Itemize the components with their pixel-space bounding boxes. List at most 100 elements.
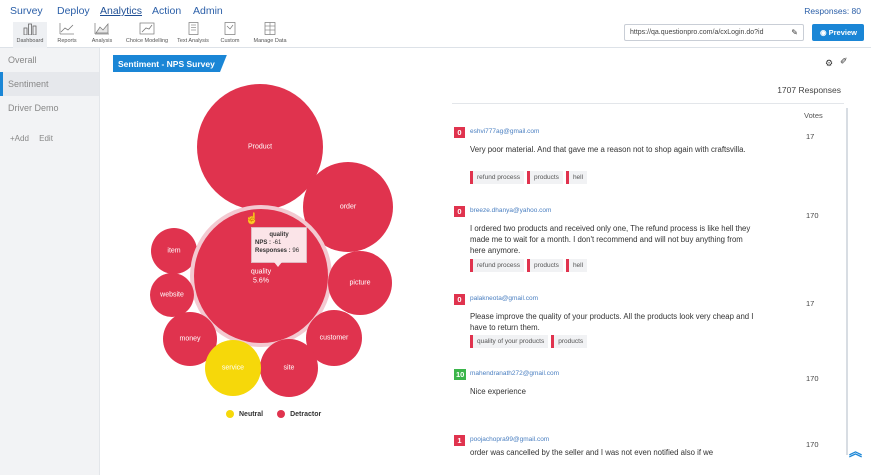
response-email[interactable]: eshvi777ag@gmail.com bbox=[470, 128, 539, 135]
nps-badge: 0 bbox=[454, 127, 465, 138]
nps-badge: 1 bbox=[454, 435, 465, 446]
legend-item-neutral[interactable]: Neutral bbox=[226, 410, 263, 418]
tag[interactable]: products bbox=[551, 335, 588, 348]
bubble-sub-label: 5.6% bbox=[253, 277, 269, 285]
tool-label: Dashboard bbox=[16, 38, 44, 44]
tooltip-nps: NPS : -61 bbox=[255, 240, 282, 246]
tool-reports[interactable]: Reports bbox=[52, 22, 82, 48]
response-comment: I ordered two products and received only… bbox=[470, 224, 751, 255]
tool-choice-modelling[interactable]: Choice Modelling bbox=[122, 22, 172, 48]
response-comment: Very poor material. And that gave me a r… bbox=[470, 145, 746, 154]
bubble-label: picture bbox=[349, 279, 371, 287]
tag[interactable]: products bbox=[527, 171, 563, 184]
preview-button[interactable]: ◉ Preview bbox=[812, 24, 864, 41]
response-email[interactable]: mahendranath272@gmail.com bbox=[470, 370, 559, 377]
response-email[interactable]: poojachopra99@gmail.com bbox=[470, 436, 549, 443]
bubble-label: money bbox=[179, 335, 201, 343]
tag[interactable]: products bbox=[527, 259, 563, 272]
tool-dashboard[interactable]: Dashboard bbox=[13, 22, 47, 48]
bubble-label: customer bbox=[319, 334, 349, 342]
nps-badge: 0 bbox=[454, 294, 465, 305]
bubble-label: item bbox=[167, 247, 181, 255]
tooltip-responses: Responses : 96 bbox=[255, 248, 300, 254]
tool-label: Text Analysis bbox=[177, 38, 209, 44]
spreadsheet-icon bbox=[264, 22, 276, 35]
response-tags: quality of your products products bbox=[470, 335, 590, 348]
survey-url-text: https://qa.questionpro.com/a/cxLogin.do?… bbox=[630, 29, 764, 36]
tool-label: Analysis bbox=[91, 38, 113, 44]
response-tags: refund process products hell bbox=[470, 259, 590, 272]
votes-header: Votes bbox=[804, 111, 823, 120]
bubble-label: quality bbox=[250, 268, 272, 276]
legend-dot-neutral bbox=[226, 410, 234, 418]
chart-tooltip: quality NPS : -61 Responses : 96 bbox=[251, 227, 307, 267]
responses-count: Responses: 80 bbox=[804, 6, 861, 16]
tool-label: Choice Modelling bbox=[125, 38, 169, 44]
tool-label: Reports bbox=[57, 38, 77, 44]
tool-custom[interactable]: Custom bbox=[217, 22, 243, 48]
response-votes: 17 bbox=[806, 132, 815, 141]
response-votes: 170 bbox=[806, 211, 819, 220]
response-email[interactable]: palakneota@gmail.com bbox=[470, 295, 538, 302]
sidebar-item-overall[interactable]: Overall bbox=[0, 48, 99, 72]
nav-action[interactable]: Action bbox=[152, 5, 181, 17]
divider bbox=[452, 103, 844, 104]
total-responses: 1707 Responses bbox=[777, 85, 841, 95]
add-link[interactable]: +Add bbox=[10, 134, 29, 143]
line-chart-icon bbox=[59, 23, 74, 35]
area-chart-icon bbox=[94, 23, 109, 35]
response-comment: Please improve the quality of your produ… bbox=[470, 312, 754, 332]
nps-badge: 10 bbox=[454, 369, 467, 380]
bubble-label: Product bbox=[247, 143, 273, 151]
chart-legend: Neutral Detractor bbox=[226, 410, 333, 420]
bubble-label: site bbox=[283, 364, 295, 372]
response-email[interactable]: breeze.dhanya@yahoo.com bbox=[470, 207, 551, 214]
bubble-label: order bbox=[339, 203, 357, 211]
tool-label: Manage Data bbox=[253, 38, 287, 44]
tag[interactable]: hell bbox=[565, 259, 588, 272]
response-comment: order was cancelled by the seller and I … bbox=[470, 448, 714, 457]
legend-dot-detractor bbox=[277, 410, 286, 418]
legend-item-detractor[interactable]: Detractor bbox=[277, 410, 321, 418]
response-comment: Nice experience bbox=[470, 387, 526, 396]
response-votes: 170 bbox=[806, 440, 819, 449]
bubble-label: website bbox=[160, 291, 184, 299]
tooltip-title: quality bbox=[269, 232, 289, 238]
gear-icon[interactable]: ⚙ bbox=[825, 58, 833, 69]
top-nav: Survey Deploy Analytics Action Admin Res… bbox=[0, 0, 871, 20]
pencil-icon[interactable]: ✎ bbox=[791, 28, 798, 37]
eye-icon: ◉ bbox=[820, 28, 827, 37]
tool-analysis[interactable]: Analysis bbox=[88, 22, 116, 48]
nps-badge: 0 bbox=[454, 206, 465, 217]
response-votes: 170 bbox=[806, 374, 819, 383]
survey-url-field[interactable]: https://qa.questionpro.com/a/cxLogin.do?… bbox=[624, 24, 804, 41]
tool-label: Custom bbox=[220, 38, 240, 44]
nav-admin[interactable]: Admin bbox=[193, 5, 223, 17]
hand-cursor-icon: ☝ bbox=[245, 213, 259, 225]
sidebar: Overall Sentiment Driver Demo +Add Edit bbox=[0, 48, 100, 475]
bubble-label: service bbox=[221, 364, 245, 372]
tag[interactable]: quality of your products bbox=[470, 335, 549, 348]
preview-label: Preview bbox=[828, 28, 857, 37]
sidebar-actions: +Add Edit bbox=[10, 134, 61, 143]
scroll-to-top-icon[interactable]: ︽ bbox=[849, 441, 862, 460]
nav-analytics[interactable]: Analytics bbox=[100, 5, 142, 17]
edit-link[interactable]: Edit bbox=[39, 134, 53, 143]
sidebar-item-sentiment[interactable]: Sentiment bbox=[0, 72, 99, 96]
tool-text-analysis[interactable]: Text Analysis bbox=[175, 22, 211, 48]
bar-chart-icon bbox=[23, 23, 37, 35]
response-votes: 17 bbox=[806, 299, 815, 308]
toolbar: Dashboard Reports Analysis Choice Modell… bbox=[0, 20, 871, 48]
tag[interactable]: hell bbox=[565, 171, 588, 184]
magic-wand-icon[interactable]: ✐ bbox=[840, 56, 848, 67]
response-tags: refund process products hell bbox=[470, 171, 590, 184]
nav-survey[interactable]: Survey bbox=[10, 5, 43, 17]
custom-report-icon bbox=[224, 22, 236, 35]
tag[interactable]: refund process bbox=[470, 259, 524, 272]
tag[interactable]: refund process bbox=[470, 171, 524, 184]
scrollbar[interactable] bbox=[846, 108, 848, 455]
document-icon bbox=[188, 22, 199, 35]
tool-manage-data[interactable]: Manage Data bbox=[250, 22, 290, 48]
nav-deploy[interactable]: Deploy bbox=[57, 5, 90, 17]
sidebar-item-driver-demo[interactable]: Driver Demo bbox=[0, 96, 99, 120]
